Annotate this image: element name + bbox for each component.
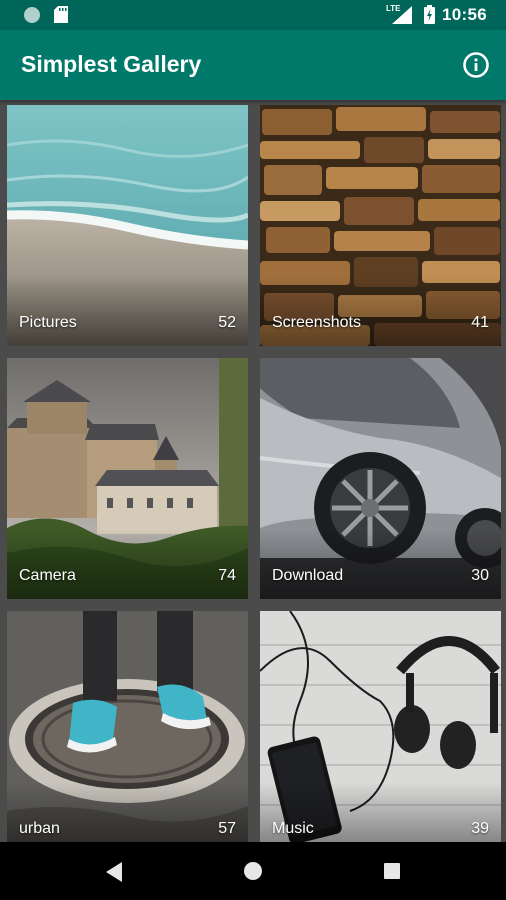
folder-name: Camera [19,567,76,584]
folder-name: Screenshots [272,314,361,331]
info-icon[interactable] [462,51,490,79]
home-icon[interactable] [243,861,263,881]
folder-count: 74 [218,567,236,584]
label-gradient [7,276,248,346]
folder-tile-pictures[interactable]: Pictures 52 [7,105,248,346]
folder-count: 57 [218,820,236,837]
app-bar: Simplest Gallery [0,30,506,100]
status-bar: LTE 10:56 [0,0,506,30]
label-gradient [260,276,501,346]
folder-name: Music [272,820,314,837]
folder-count: 39 [471,820,489,837]
folder-tile-urban[interactable]: urban 57 [7,611,248,852]
sd-card-icon [54,6,68,23]
navigation-bar [0,842,506,900]
folder-grid: Pictures 52 Screenshots 41 Camera 74 Dow… [0,100,506,852]
label-gradient [260,529,501,599]
folder-tile-download[interactable]: Download 30 [260,358,501,599]
folder-name: Pictures [19,314,77,331]
folder-tile-camera[interactable]: Camera 74 [7,358,248,599]
back-icon[interactable] [104,861,124,883]
folder-tile-music[interactable]: Music 39 [260,611,501,852]
recents-icon[interactable] [384,863,400,879]
folder-count: 41 [471,314,489,331]
label-gradient [7,529,248,599]
signal-icon [392,6,412,24]
folder-name: Download [272,567,344,584]
battery-icon [424,5,435,24]
folder-count: 52 [218,314,236,331]
folder-name: urban [19,820,60,837]
folder-count: 30 [471,567,489,584]
folder-tile-screenshots[interactable]: Screenshots 41 [260,105,501,346]
status-time: 10:56 [442,5,487,24]
app-title: Simplest Gallery [21,51,202,77]
notification-dot-icon [24,7,40,23]
